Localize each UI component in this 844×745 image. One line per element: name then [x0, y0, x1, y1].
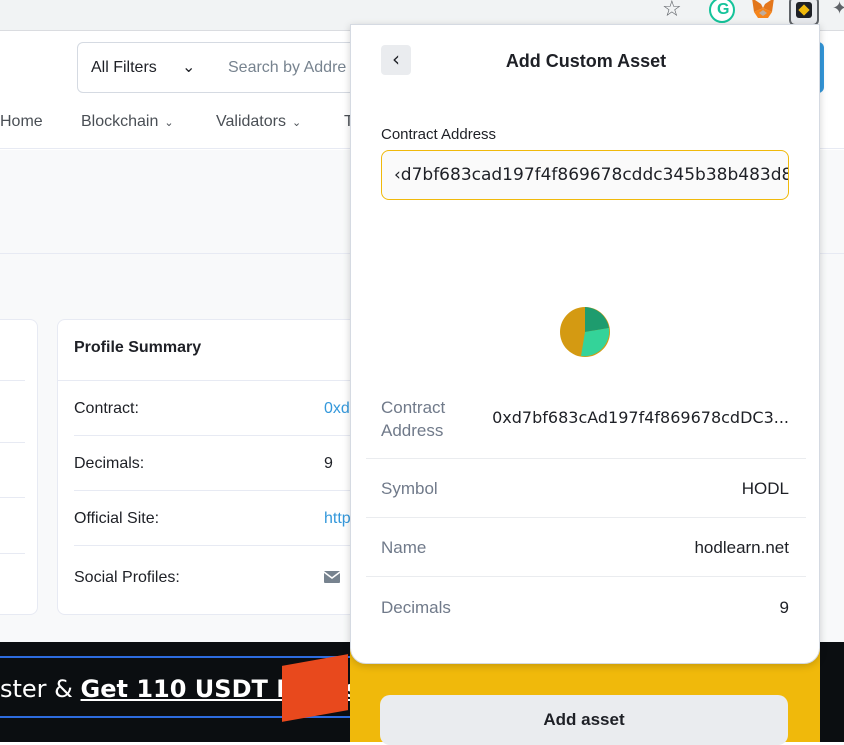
token-logo-icon — [560, 307, 610, 357]
divider — [366, 576, 806, 577]
decimals-value: 9 — [324, 455, 333, 472]
info-value-decimals: 9 — [779, 598, 789, 617]
profile-summary-card: Profile Summary Contract: 0xd Decimals: … — [57, 319, 367, 615]
chevron-down-icon: ⌄ — [164, 116, 174, 129]
overview-card — [0, 319, 38, 615]
add-asset-button[interactable]: Add asset — [380, 695, 788, 745]
divider — [0, 553, 25, 554]
info-value-symbol: HODL — [741, 479, 789, 498]
info-value-contract-address: 0xd7bf683cAd197f4f869678cdDC3... — [492, 408, 789, 427]
contract-address-label: Contract Address — [381, 126, 497, 143]
grammarly-icon[interactable]: G — [709, 0, 735, 23]
extensions-icon[interactable]: ✦ — [832, 0, 844, 19]
nav-validators-label: Validators — [216, 113, 286, 130]
divider — [74, 435, 364, 436]
binance-wallet-icon[interactable] — [789, 0, 819, 26]
banner-graphic — [282, 654, 348, 722]
chevron-down-icon: ⌄ — [291, 116, 302, 129]
banner-stripe — [0, 656, 360, 658]
filter-dropdown[interactable]: All Filters ⌄ — [77, 42, 215, 93]
metamask-icon[interactable] — [750, 0, 776, 20]
row-label-contract: Contract: — [74, 400, 139, 417]
row-label-official-site: Official Site: — [74, 510, 160, 527]
divider — [58, 380, 366, 381]
contract-link[interactable]: 0xd — [324, 400, 350, 418]
row-label-social-profiles: Social Profiles: — [74, 569, 180, 586]
nav-home-label: Home — [0, 113, 43, 130]
email-icon[interactable] — [324, 571, 340, 583]
divider — [74, 490, 364, 491]
official-site-link[interactable]: http — [324, 510, 351, 528]
nav-blockchain-label: Blockchain — [81, 113, 159, 130]
add-custom-asset-popup: ‹ Add Custom Asset Contract Address ‹d7b… — [350, 24, 820, 664]
banner-prefix: ster & — [0, 675, 81, 703]
divider — [366, 517, 806, 518]
info-label-contract-address: Contract Address — [381, 396, 461, 442]
divider — [0, 380, 25, 381]
divider — [74, 545, 364, 546]
card-title: Profile Summary — [74, 339, 202, 356]
nav-blockchain[interactable]: Blockchain ⌄ — [81, 113, 174, 131]
chevron-down-icon: ⌄ — [182, 57, 196, 76]
star-icon[interactable]: ☆ — [662, 0, 682, 22]
info-label-text: Contract Address — [381, 398, 446, 440]
filter-label: All Filters — [91, 59, 157, 76]
info-value-name: hodlearn.net — [694, 538, 789, 557]
row-label-decimals: Decimals: — [74, 455, 145, 472]
info-label-symbol: Symbol — [381, 479, 438, 498]
info-label-name: Name — [381, 538, 427, 557]
contract-address-input[interactable]: ‹d7bf683cad197f4f869678cddc345b38b483d8e… — [381, 150, 789, 200]
nav-validators[interactable]: Validators ⌄ — [216, 113, 301, 131]
divider — [0, 442, 25, 443]
info-label-decimals: Decimals — [381, 598, 451, 617]
nav-home[interactable]: Home — [0, 113, 43, 131]
divider — [366, 458, 806, 459]
popup-title: Add Custom Asset — [505, 51, 667, 71]
divider — [0, 497, 25, 498]
